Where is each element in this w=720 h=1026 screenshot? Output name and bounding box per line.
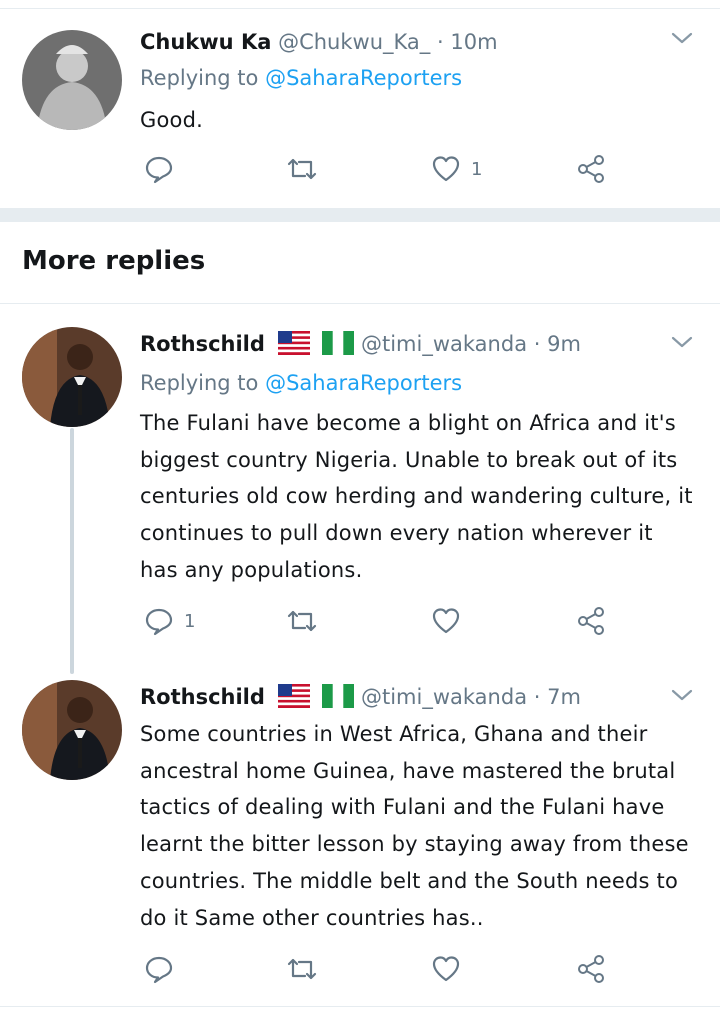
retweet-icon [287, 958, 317, 980]
share-button[interactable] [576, 154, 606, 184]
retweet-icon [287, 610, 317, 632]
like-button[interactable] [431, 606, 461, 636]
reply-button[interactable] [144, 154, 174, 184]
like-button[interactable]: 1 [431, 154, 482, 184]
top-divider [0, 8, 720, 9]
tweet-text: The Fulani have become a blight on Afric… [140, 411, 693, 582]
tweet-header: Rothschild @timi_wakanda · 9m [140, 331, 581, 356]
reply-icon [145, 608, 173, 636]
tweet-header: Rothschild @timi_wakanda · 7m [140, 684, 581, 709]
share-icon [578, 155, 604, 183]
timestamp[interactable]: 10m [450, 30, 497, 54]
reply-button[interactable] [144, 954, 174, 984]
reply-icon [145, 956, 173, 984]
tweet-actions [0, 954, 720, 994]
reply-button[interactable]: 1 [144, 606, 195, 636]
display-name[interactable]: Chukwu Ka [140, 30, 271, 54]
retweet-icon [287, 158, 317, 180]
share-button[interactable] [576, 954, 606, 984]
tweet-text: Good. [140, 108, 203, 132]
mention-link[interactable]: @SaharaReporters [265, 371, 462, 395]
replying-prefix: Replying to [140, 371, 259, 395]
reply-count: 1 [184, 610, 196, 632]
display-name[interactable]: Rothschild [140, 332, 265, 356]
like-icon [432, 156, 460, 182]
like-count: 1 [471, 158, 483, 180]
retweet-button[interactable] [285, 154, 319, 184]
user-handle[interactable]: @Chukwu_Ka_ [278, 30, 430, 54]
separator-dot: · [436, 30, 444, 54]
replying-to: Replying to @SaharaReporters [140, 66, 462, 90]
avatar[interactable] [22, 680, 122, 780]
nigeria-flag-icon [322, 684, 355, 708]
share-icon [578, 607, 604, 635]
chevron-down-icon[interactable] [670, 334, 694, 350]
us-flag-icon [277, 331, 310, 355]
user-handle[interactable]: @timi_wakanda [361, 685, 527, 709]
avatar[interactable] [22, 327, 122, 427]
separator-dot: · [533, 332, 541, 356]
retweet-button[interactable] [285, 606, 319, 636]
display-name[interactable]: Rothschild [140, 685, 265, 709]
chevron-down-icon[interactable] [670, 30, 694, 46]
share-icon [578, 955, 604, 983]
retweet-button[interactable] [285, 954, 319, 984]
like-icon [432, 956, 460, 982]
us-flag-icon [277, 684, 310, 708]
like-button[interactable] [431, 954, 461, 984]
like-icon [432, 608, 460, 634]
separator-dot: · [533, 685, 541, 709]
nigeria-flag-icon [322, 331, 355, 355]
more-replies-heading: More replies [22, 246, 206, 276]
avatar[interactable] [22, 30, 122, 130]
tweet-actions: 1 [0, 606, 720, 646]
chevron-down-icon[interactable] [670, 687, 694, 703]
user-handle[interactable]: @timi_wakanda [361, 332, 527, 356]
tweet-actions: 1 [0, 154, 720, 194]
section-divider [0, 208, 720, 222]
heading-divider [0, 303, 720, 304]
reply-icon [145, 156, 173, 184]
timestamp[interactable]: 9m [547, 332, 581, 356]
tweet-header: Chukwu Ka @Chukwu_Ka_ · 10m [140, 30, 498, 54]
bottom-divider [0, 1006, 720, 1007]
share-button[interactable] [576, 606, 606, 636]
timestamp[interactable]: 7m [547, 685, 581, 709]
replying-prefix: Replying to [140, 66, 259, 90]
mention-link[interactable]: @SaharaReporters [265, 66, 462, 90]
replying-to: Replying to @SaharaReporters [140, 371, 462, 395]
tweet-text: Some countries in West Africa, Ghana and… [140, 722, 689, 930]
